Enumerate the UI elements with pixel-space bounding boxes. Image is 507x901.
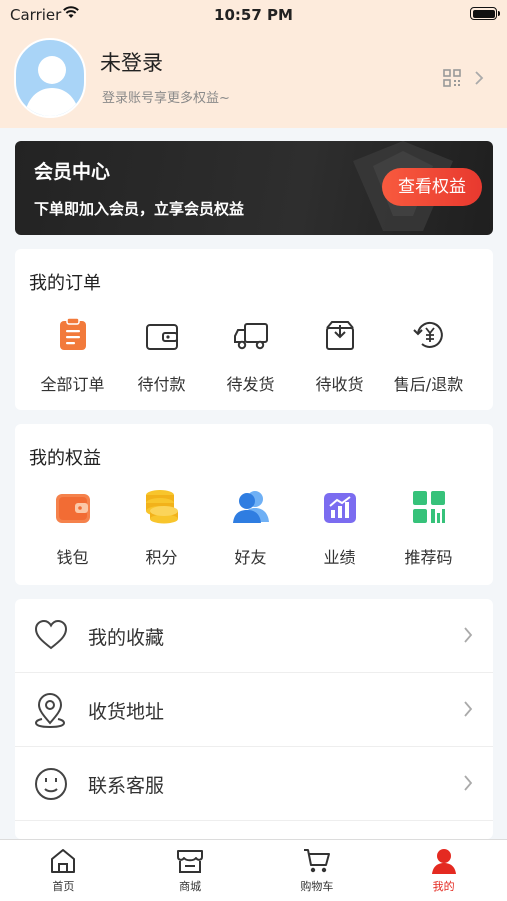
order-label: 待付款 bbox=[137, 375, 186, 394]
order-label: 全部订单 bbox=[40, 375, 105, 394]
user-icon bbox=[431, 849, 456, 874]
benefit-points-item[interactable]: 积分 bbox=[117, 486, 206, 568]
list-item-label: 收货地址 bbox=[88, 701, 165, 723]
benefit-wallet-item[interactable]: 钱包 bbox=[28, 486, 117, 568]
qrcode-icon bbox=[412, 491, 445, 523]
tab-store[interactable]: 商城 bbox=[127, 840, 254, 901]
heart-icon bbox=[34, 619, 68, 650]
avatar[interactable] bbox=[14, 38, 86, 118]
store-icon bbox=[177, 850, 204, 873]
list-item-address[interactable]: 收货地址 bbox=[15, 673, 493, 747]
chevron-right-icon bbox=[464, 775, 473, 791]
tab-home[interactable]: 首页 bbox=[0, 840, 127, 901]
truck-icon bbox=[233, 323, 268, 350]
tab-label: 商城 bbox=[179, 880, 202, 893]
order-unpaid-item[interactable]: 待付款 bbox=[117, 313, 206, 395]
order-label: 售后/退款 bbox=[393, 375, 464, 394]
list-item-label: 我的收藏 bbox=[88, 627, 165, 649]
list-item-label: 联系客服 bbox=[88, 775, 165, 797]
member-center-banner[interactable]: 会员中心 下单即加入会员，立享会员权益 查看权益 bbox=[15, 141, 493, 235]
member-title: 会员中心 bbox=[34, 161, 111, 183]
wallet-icon bbox=[55, 494, 90, 523]
benefits-grid: 钱包 积分 好友 业绩 推荐码 bbox=[15, 486, 493, 568]
order-to-ship-item[interactable]: 待发货 bbox=[206, 313, 295, 395]
status-bar: Carrier 10:57 PM bbox=[0, 0, 507, 30]
orders-grid: 全部订单 待付款 待发货 待收货 售后/退款 bbox=[15, 313, 493, 395]
benefit-performance-item[interactable]: 业绩 bbox=[295, 486, 384, 568]
member-subtitle: 下单即加入会员，立享会员权益 bbox=[34, 200, 245, 218]
login-hint[interactable]: 登录账号享更多权益~ bbox=[102, 87, 230, 106]
inbox-icon bbox=[325, 321, 354, 350]
profile-header: Carrier 10:57 PM 未登录 登录账号享更多权益~ bbox=[0, 0, 507, 128]
order-label: 待收货 bbox=[315, 375, 364, 394]
home-icon bbox=[51, 849, 76, 873]
smile-icon bbox=[35, 768, 67, 800]
qrcode-icon[interactable] bbox=[443, 69, 461, 87]
username[interactable]: 未登录 bbox=[100, 47, 163, 77]
benefits-card: 我的权益 钱包 积分 好友 业绩 推荐码 bbox=[15, 424, 493, 585]
chevron-right-icon bbox=[464, 627, 473, 643]
default-user-icon bbox=[24, 56, 80, 116]
order-all-item[interactable]: 全部订单 bbox=[28, 313, 117, 395]
tab-cart[interactable]: 购物车 bbox=[254, 840, 381, 901]
clipboard-icon bbox=[59, 317, 86, 350]
settings-list: 我的收藏 收货地址 联系客服 bbox=[15, 599, 493, 839]
benefit-friends-item[interactable]: 好友 bbox=[206, 486, 295, 568]
wallet-icon bbox=[145, 324, 178, 350]
view-benefits-button[interactable]: 查看权益 bbox=[382, 168, 482, 206]
chart-icon bbox=[323, 493, 356, 523]
benefit-label: 推荐码 bbox=[404, 548, 453, 567]
benefit-label: 业绩 bbox=[323, 548, 356, 567]
benefit-label: 钱包 bbox=[56, 548, 89, 567]
location-icon bbox=[34, 693, 66, 729]
battery-icon bbox=[470, 7, 500, 20]
chevron-right-icon bbox=[464, 701, 473, 717]
cart-icon bbox=[303, 849, 330, 873]
divider bbox=[15, 820, 493, 821]
orders-title: 我的订单 bbox=[29, 273, 101, 294]
friends-icon bbox=[232, 491, 269, 523]
benefit-label: 积分 bbox=[145, 548, 178, 567]
list-item-favorites[interactable]: 我的收藏 bbox=[15, 599, 493, 673]
order-label: 待发货 bbox=[226, 375, 275, 394]
chevron-right-icon[interactable] bbox=[474, 70, 484, 86]
orders-card: 我的订单 全部订单 待付款 待发货 待收货 售后/退款 bbox=[15, 249, 493, 410]
tab-mine[interactable]: 我的 bbox=[380, 840, 507, 901]
refund-icon bbox=[412, 321, 443, 348]
coins-icon bbox=[145, 490, 178, 524]
order-refund-item[interactable]: 售后/退款 bbox=[384, 313, 473, 395]
benefits-title: 我的权益 bbox=[29, 448, 101, 469]
order-to-receive-item[interactable]: 待收货 bbox=[295, 313, 384, 395]
tab-label: 首页 bbox=[52, 880, 75, 893]
tab-label: 购物车 bbox=[300, 880, 334, 893]
bottom-tab-bar: 首页 商城 购物车 我的 bbox=[0, 839, 507, 901]
benefit-label: 好友 bbox=[234, 548, 267, 567]
clock: 10:57 PM bbox=[214, 6, 293, 24]
list-item-customer-service[interactable]: 联系客服 bbox=[15, 747, 493, 821]
benefit-referral-code-item[interactable]: 推荐码 bbox=[384, 486, 473, 568]
tab-label: 我的 bbox=[432, 880, 455, 893]
